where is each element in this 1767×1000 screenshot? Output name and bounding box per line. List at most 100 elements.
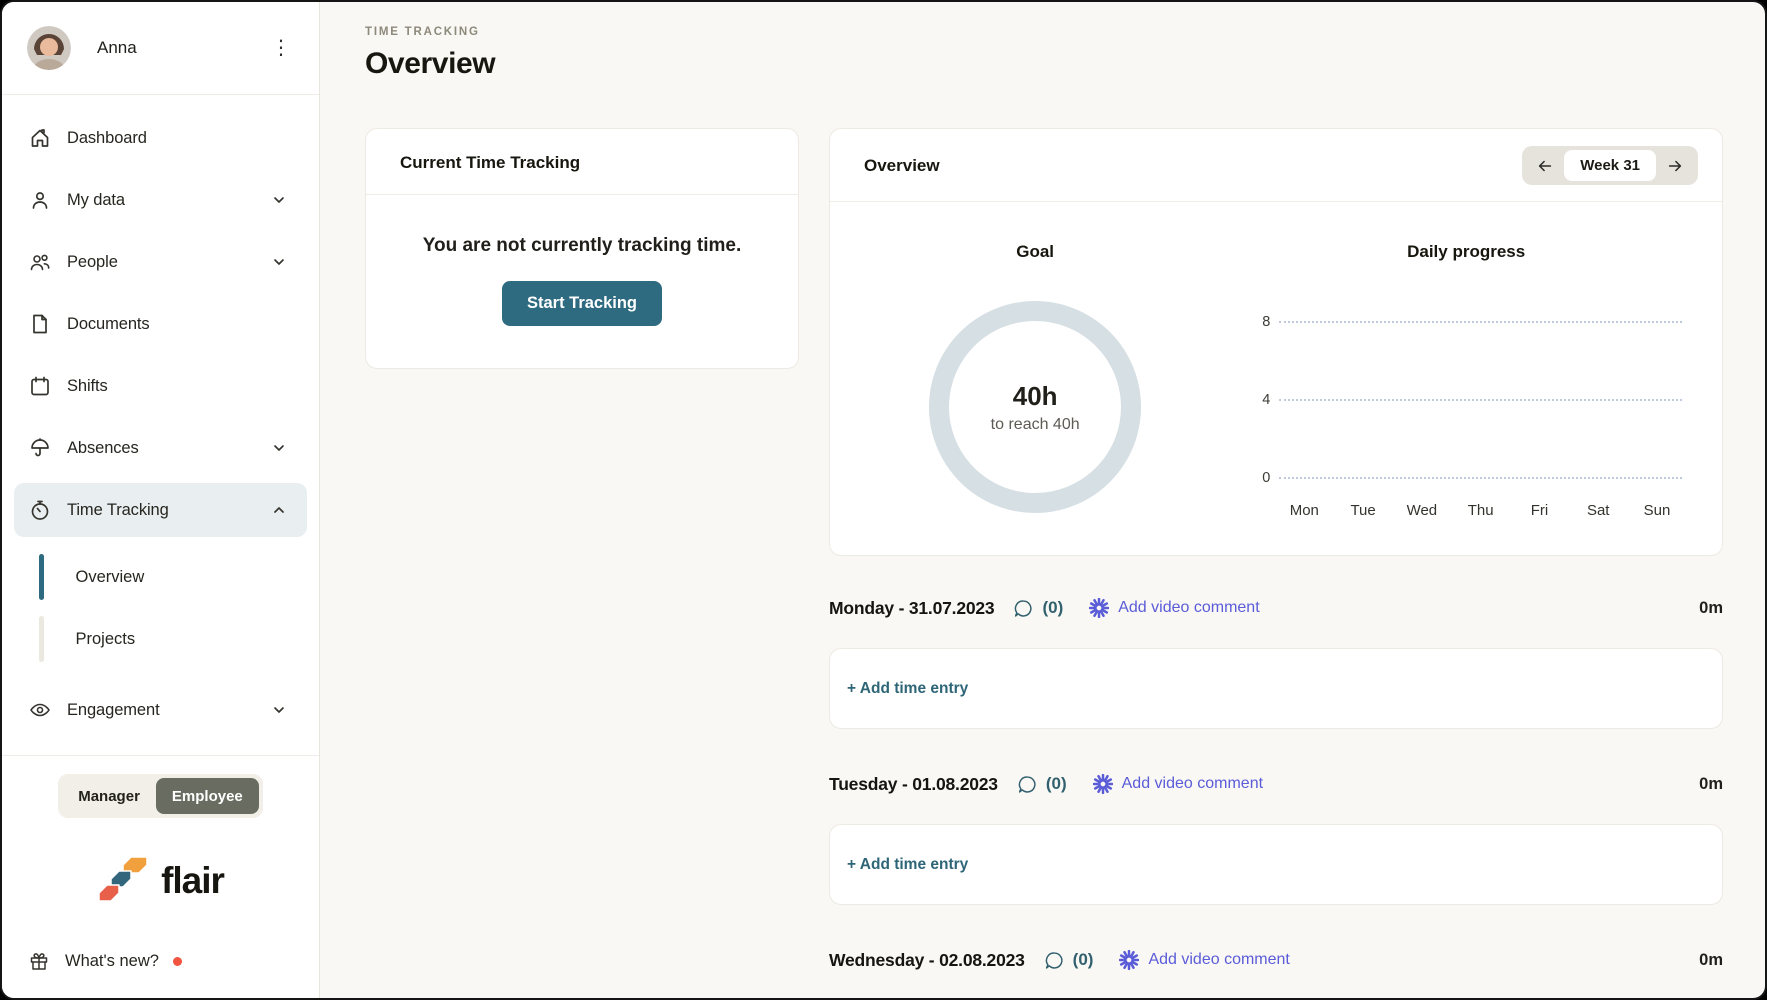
video-burst-icon — [1089, 598, 1109, 618]
day-section-wednesday: Wednesday - 02.08.2023 (0) Add video com… — [829, 945, 1723, 975]
goal-remaining-value: 40h — [1013, 381, 1058, 412]
role-toggle-employee[interactable]: Employee — [156, 778, 259, 814]
sidebar-subitem-overview[interactable]: Overview — [2, 550, 307, 604]
tracking-status-message: You are not currently tracking time. — [386, 235, 778, 257]
daily-progress-title: Daily progress — [1250, 242, 1682, 262]
goal-title: Goal — [1016, 242, 1054, 262]
gridline — [1279, 477, 1682, 479]
notification-dot — [173, 957, 182, 966]
daily-progress-plot: 840 — [1250, 322, 1682, 478]
calendar-icon — [29, 375, 51, 397]
sidebar: Anna ⋮ Dashboard My data People Document… — [2, 2, 320, 998]
comment-count: (0) — [1073, 950, 1094, 970]
add-time-entry-button[interactable]: + Add time entry — [847, 680, 968, 698]
comment-bubble-icon — [1013, 598, 1034, 619]
comments-button[interactable]: (0) — [1044, 950, 1094, 971]
flair-logo-text: flair — [161, 860, 224, 902]
add-video-comment-button[interactable]: Add video comment — [1119, 950, 1289, 970]
sidebar-subitem-projects[interactable]: Projects — [2, 612, 307, 666]
flair-logo: flair — [2, 857, 319, 905]
sidebar-item-people[interactable]: People — [14, 235, 307, 289]
sidebar-item-label: Documents — [67, 315, 150, 334]
stopwatch-icon — [29, 499, 51, 521]
sidebar-item-documents[interactable]: Documents — [14, 297, 307, 351]
x-tick-label: Sat — [1581, 502, 1615, 519]
gridline — [1279, 399, 1682, 401]
sidebar-subitem-label: Overview — [76, 568, 145, 587]
role-toggle: Manager Employee — [58, 774, 263, 818]
tracking-card-title: Current Time Tracking — [366, 129, 798, 195]
video-burst-icon — [1093, 774, 1113, 794]
x-tick-label: Mon — [1287, 502, 1321, 519]
app-window: Anna ⋮ Dashboard My data People Document… — [0, 0, 1767, 1000]
flair-logo-mark — [97, 857, 149, 905]
comment-count: (0) — [1042, 598, 1063, 618]
sidebar-item-time-tracking[interactable]: Time Tracking — [14, 483, 307, 537]
main-content: TIME TRACKING Overview Current Time Trac… — [320, 2, 1765, 998]
sidebar-item-my-data[interactable]: My data — [14, 173, 307, 227]
sidebar-item-dashboard[interactable]: Dashboard — [14, 111, 307, 165]
next-week-button[interactable] — [1658, 149, 1692, 182]
comments-button[interactable]: (0) — [1013, 598, 1063, 619]
gridline — [1279, 321, 1682, 323]
person-icon — [29, 189, 51, 211]
breadcrumb-eyebrow: TIME TRACKING — [365, 26, 1723, 38]
comment-bubble-icon — [1017, 774, 1038, 795]
goal-subtitle: to reach 40h — [991, 416, 1080, 434]
sidebar-item-label: Dashboard — [67, 129, 147, 148]
role-toggle-manager[interactable]: Manager — [62, 778, 156, 814]
sidebar-item-absences[interactable]: Absences — [14, 421, 307, 475]
avatar[interactable] — [27, 26, 71, 70]
day-heading: Monday - 31.07.2023 — [829, 598, 994, 619]
start-tracking-button[interactable]: Start Tracking — [502, 281, 662, 326]
y-tick-label: 8 — [1250, 314, 1270, 330]
chevron-down-icon — [271, 254, 287, 270]
current-time-tracking-card: Current Time Tracking You are not curren… — [365, 128, 799, 369]
sidebar-item-shifts[interactable]: Shifts — [14, 359, 307, 413]
sidebar-subitem-label: Projects — [76, 630, 136, 649]
profile-section: Anna ⋮ — [2, 2, 319, 95]
video-burst-icon — [1119, 950, 1139, 970]
sidebar-item-label: Engagement — [67, 701, 160, 720]
page-title: Overview — [365, 47, 1723, 81]
home-icon — [29, 127, 51, 149]
x-tick-label: Thu — [1464, 502, 1498, 519]
sidebar-item-label: Time Tracking — [67, 501, 169, 520]
profile-menu-kebab-icon[interactable]: ⋮ — [265, 34, 297, 62]
umbrella-icon — [29, 437, 51, 459]
add-video-comment-label: Add video comment — [1118, 599, 1259, 617]
x-tick-label: Tue — [1346, 502, 1380, 519]
whats-new-label: What's new? — [65, 952, 159, 971]
document-icon — [29, 313, 51, 335]
time-entry-card: + Add time entry — [829, 648, 1723, 729]
gift-icon — [29, 951, 49, 971]
sidebar-item-engagement[interactable]: Engagement — [14, 683, 307, 737]
add-video-comment-button[interactable]: Add video comment — [1089, 598, 1259, 618]
overview-card: Overview Week 31 Goal — [829, 128, 1723, 556]
week-label[interactable]: Week 31 — [1564, 150, 1656, 181]
comment-count: (0) — [1046, 774, 1067, 794]
y-tick-label: 0 — [1250, 470, 1270, 486]
day-total-time: 0m — [1699, 951, 1723, 970]
goal-donut-chart: 40h to reach 40h — [929, 301, 1141, 513]
time-entry-card: + Add time entry — [829, 824, 1723, 905]
x-tick-label: Sun — [1640, 502, 1674, 519]
chevron-down-icon — [271, 440, 287, 456]
day-heading: Tuesday - 01.08.2023 — [829, 774, 998, 795]
comments-button[interactable]: (0) — [1017, 774, 1067, 795]
sidebar-item-label: My data — [67, 191, 125, 210]
people-icon — [29, 251, 51, 273]
daily-progress-xaxis: MonTueWedThuFriSatSun — [1279, 502, 1682, 519]
chevron-down-icon — [271, 192, 287, 208]
add-time-entry-button[interactable]: + Add time entry — [847, 856, 968, 874]
sidebar-divider — [2, 755, 319, 756]
arrow-right-icon — [1666, 157, 1684, 175]
x-tick-label: Wed — [1405, 502, 1439, 519]
chevron-down-icon — [271, 702, 287, 718]
add-video-comment-button[interactable]: Add video comment — [1093, 774, 1263, 794]
sidebar-nav: Dashboard My data People Documents Shift… — [2, 95, 319, 745]
whats-new-link[interactable]: What's new? — [2, 951, 319, 971]
sidebar-item-label: Shifts — [67, 377, 108, 396]
active-indicator-bar — [39, 554, 44, 600]
previous-week-button[interactable] — [1528, 149, 1562, 182]
